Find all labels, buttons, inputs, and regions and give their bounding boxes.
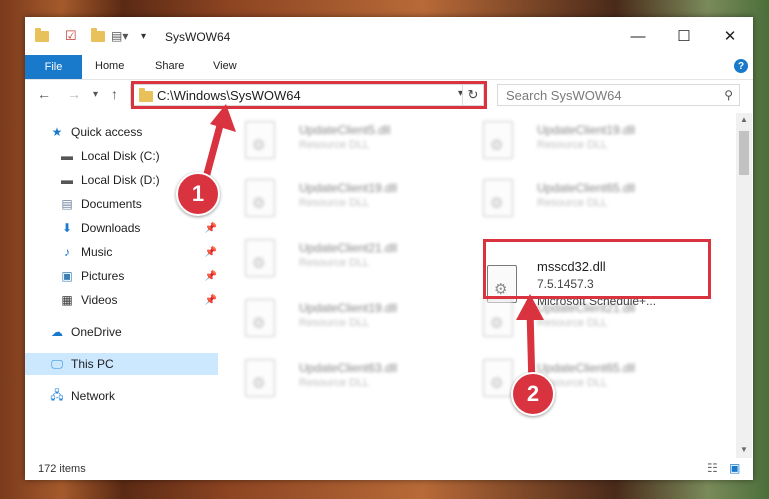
maximize-button[interactable]: ☐ [661,17,707,55]
minimize-button[interactable]: — [615,17,661,55]
sidebar-item-this-pc[interactable]: 🖵 This PC [25,353,218,375]
file-description: Resource DLL [299,317,370,329]
sidebar-item-label: Pictures [81,269,125,283]
sidebar-item-network[interactable]: 🖧 Network [49,385,217,407]
close-button[interactable]: ✕ [707,17,753,55]
sidebar-item-label: Network [71,389,116,403]
file-name: UpdateClient21.dll [299,241,398,255]
dll-file-icon [245,299,277,339]
up-arrow-icon[interactable]: ↑ [111,86,118,102]
scrollbar-thumb[interactable] [739,131,749,175]
dll-file-icon [483,179,515,219]
dll-file-icon [483,121,515,161]
tab-share[interactable]: Share [155,60,184,72]
recent-locations-icon[interactable]: ▾ [93,89,98,100]
scroll-up-icon[interactable]: ▲ [740,115,748,124]
file-item[interactable]: UpdateClient19.dll Resource DLL [245,295,465,349]
folder-icon [35,27,49,45]
qat-dropdown-icon[interactable]: ▾ [141,27,146,45]
title-bar: ☑ ▤▾ ▾ SysWOW64 — ☐ ✕ [25,17,753,55]
pin-icon[interactable]: 📌 [205,247,217,258]
file-description: Resource DLL [299,257,370,269]
dll-file-icon [245,239,277,279]
back-arrow-icon[interactable]: ← [37,86,51,102]
file-item[interactable]: UpdateClient63.dll Resource DLL [245,355,465,409]
ribbon-tabs: File Home Share View ? [25,55,753,80]
music-icon: ♪ [64,245,70,259]
file-name: UpdateClient63.dll [299,361,398,375]
customize-toolbar-icon[interactable]: ▤▾ [111,27,128,45]
vertical-scrollbar[interactable]: ▲ ▼ [736,113,752,459]
forward-arrow-icon[interactable]: → [67,86,81,102]
file-item[interactable]: UpdateClient65.dll Resource DLL [483,175,703,229]
sidebar-item-pictures[interactable]: ▣ Pictures 📌 [59,265,217,287]
scroll-down-icon[interactable]: ▼ [740,445,748,454]
sidebar-item-label: Music [81,245,113,259]
status-bar: 172 items ☷ ▣ [25,458,753,480]
large-icons-view-icon[interactable]: ▣ [729,461,740,475]
explorer-window: ☑ ▤▾ ▾ SysWOW64 — ☐ ✕ File Home Share Vi… [25,17,753,480]
drive-icon: ▬ [61,173,73,187]
sidebar-item-label: Quick access [71,125,143,139]
sidebar-item-label: Local Disk (C:) [81,149,160,163]
help-icon[interactable]: ? [734,59,748,73]
sidebar-item-videos[interactable]: ▦ Videos 📌 [59,289,217,311]
search-icon: ⚲ [724,88,733,102]
file-name: UpdateClient5.dll [299,123,391,137]
picture-icon: ▣ [61,269,73,283]
pin-icon[interactable]: 📌 [205,295,217,306]
step-1-badge: 1 [176,172,220,216]
file-item[interactable]: UpdateClient21.dll Resource DLL [245,235,465,289]
step-2-badge: 2 [511,372,555,416]
file-description: Resource DLL [537,139,608,151]
file-item[interactable]: UpdateClient5.dll Resource DLL [245,117,465,171]
file-name: UpdateClient19.dll [299,181,398,195]
file-description: Resource DLL [537,197,608,209]
sidebar-item-label: This PC [71,357,114,371]
sidebar-item-music[interactable]: ♪ Music 📌 [59,241,217,263]
file-description: Resource DLL [299,139,370,151]
search-input[interactable]: Search SysWOW64 [506,88,622,103]
video-icon: ▦ [61,293,73,307]
file-highlight-box [483,239,711,299]
pin-icon[interactable]: 📌 [205,271,217,282]
document-icon: ▤ [61,197,73,211]
sidebar-item-label: Local Disk (D:) [81,173,160,187]
download-icon: ⬇ [61,221,73,235]
properties-icon[interactable]: ☑ [65,27,77,45]
sidebar-item-label: Documents [81,197,142,211]
network-icon: 🖧 [50,387,64,402]
sidebar-item-label: OneDrive [71,325,122,339]
search-box[interactable]: Search SysWOW64 ⚲ [497,84,740,106]
new-folder-icon[interactable] [91,27,105,45]
details-view-icon[interactable]: ☷ [707,461,718,475]
drive-icon: ▬ [61,149,73,163]
sidebar-item-label: Downloads [81,221,141,235]
window-title: SysWOW64 [165,30,231,44]
computer-icon: 🖵 [51,356,63,371]
tab-file[interactable]: File [25,55,82,79]
pin-icon[interactable]: 📌 [205,223,217,234]
file-item[interactable]: UpdateClient19.dll Resource DLL [245,175,465,229]
star-icon: ★ [51,125,63,139]
file-description: Resource DLL [299,377,370,389]
tab-view[interactable]: View [213,60,237,72]
cloud-icon: ☁ [51,325,63,339]
sidebar-item-onedrive[interactable]: ☁ OneDrive [49,321,217,343]
item-count: 172 items [38,463,86,475]
dll-file-icon [245,359,277,399]
file-item[interactable]: UpdateClient19.dll Resource DLL [483,117,703,171]
file-name: UpdateClient65.dll [537,181,636,195]
sidebar-item-downloads[interactable]: ⬇ Downloads 📌 [59,217,217,239]
sidebar-item-label: Videos [81,293,118,307]
file-name: UpdateClient19.dll [537,123,636,137]
file-description: Resource DLL [299,197,370,209]
tab-home[interactable]: Home [95,60,124,72]
file-name: UpdateClient19.dll [299,301,398,315]
